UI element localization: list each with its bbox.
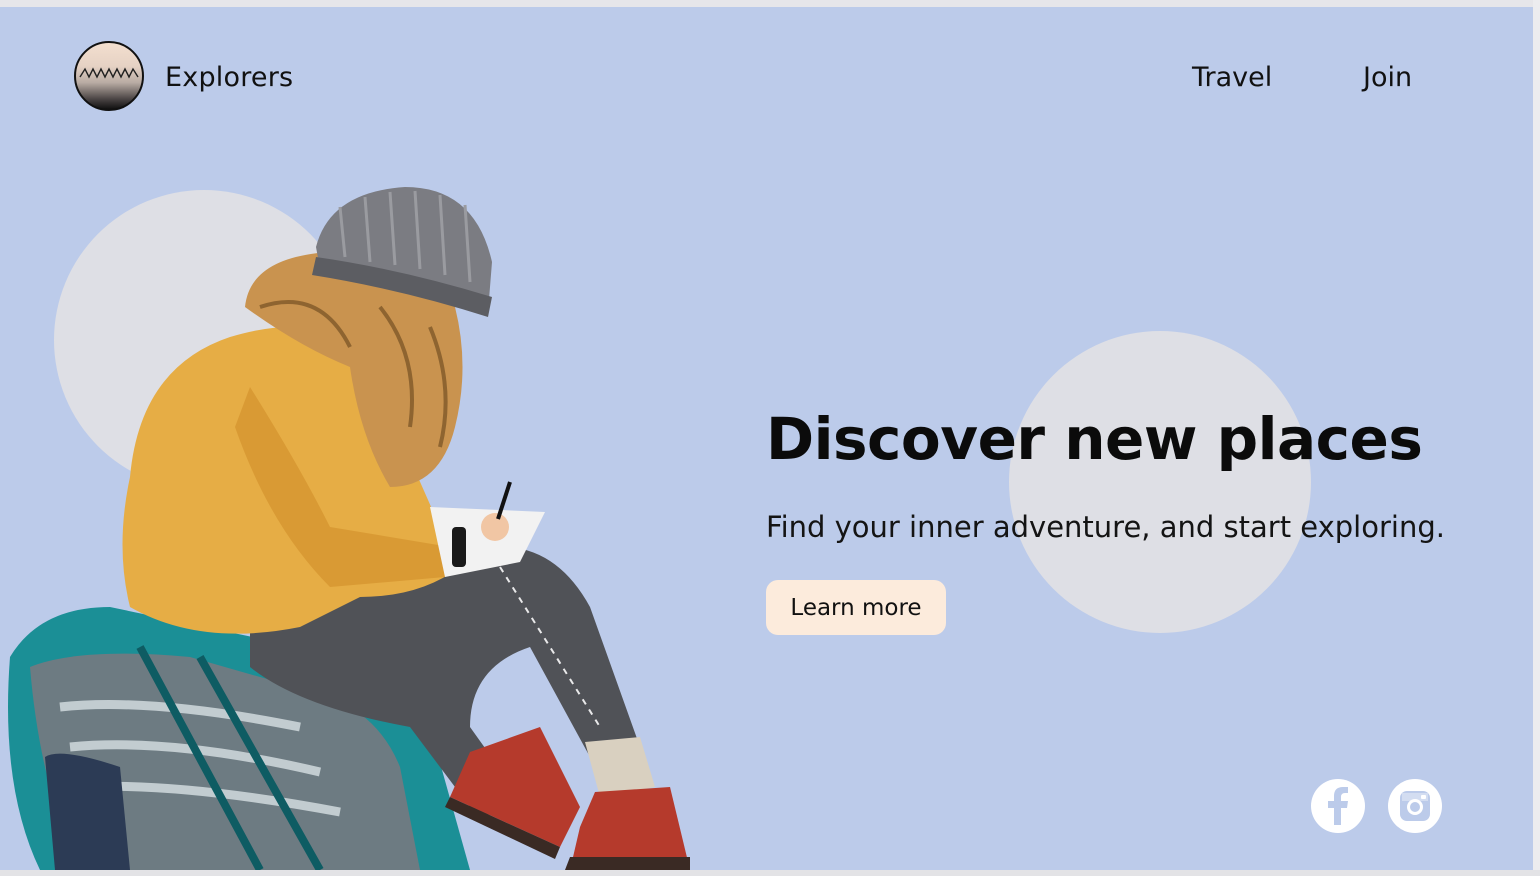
window-edge-right <box>1533 0 1540 876</box>
landing-page: Explorers Travel Join Discover new place… <box>0 7 1533 870</box>
instagram-icon[interactable] <box>1388 779 1442 833</box>
hero-subtitle: Find your inner adventure, and start exp… <box>766 510 1445 544</box>
window-edge-bottom <box>0 870 1540 876</box>
learn-more-button[interactable]: Learn more <box>766 580 946 635</box>
hiker-writing-photo <box>8 187 690 870</box>
hero-title: Discover new places <box>766 405 1423 473</box>
facebook-icon[interactable] <box>1311 779 1365 833</box>
decorative-circle-right <box>1009 331 1311 633</box>
nav-link-join[interactable]: Join <box>1363 62 1412 93</box>
nav-link-travel[interactable]: Travel <box>1192 62 1272 93</box>
